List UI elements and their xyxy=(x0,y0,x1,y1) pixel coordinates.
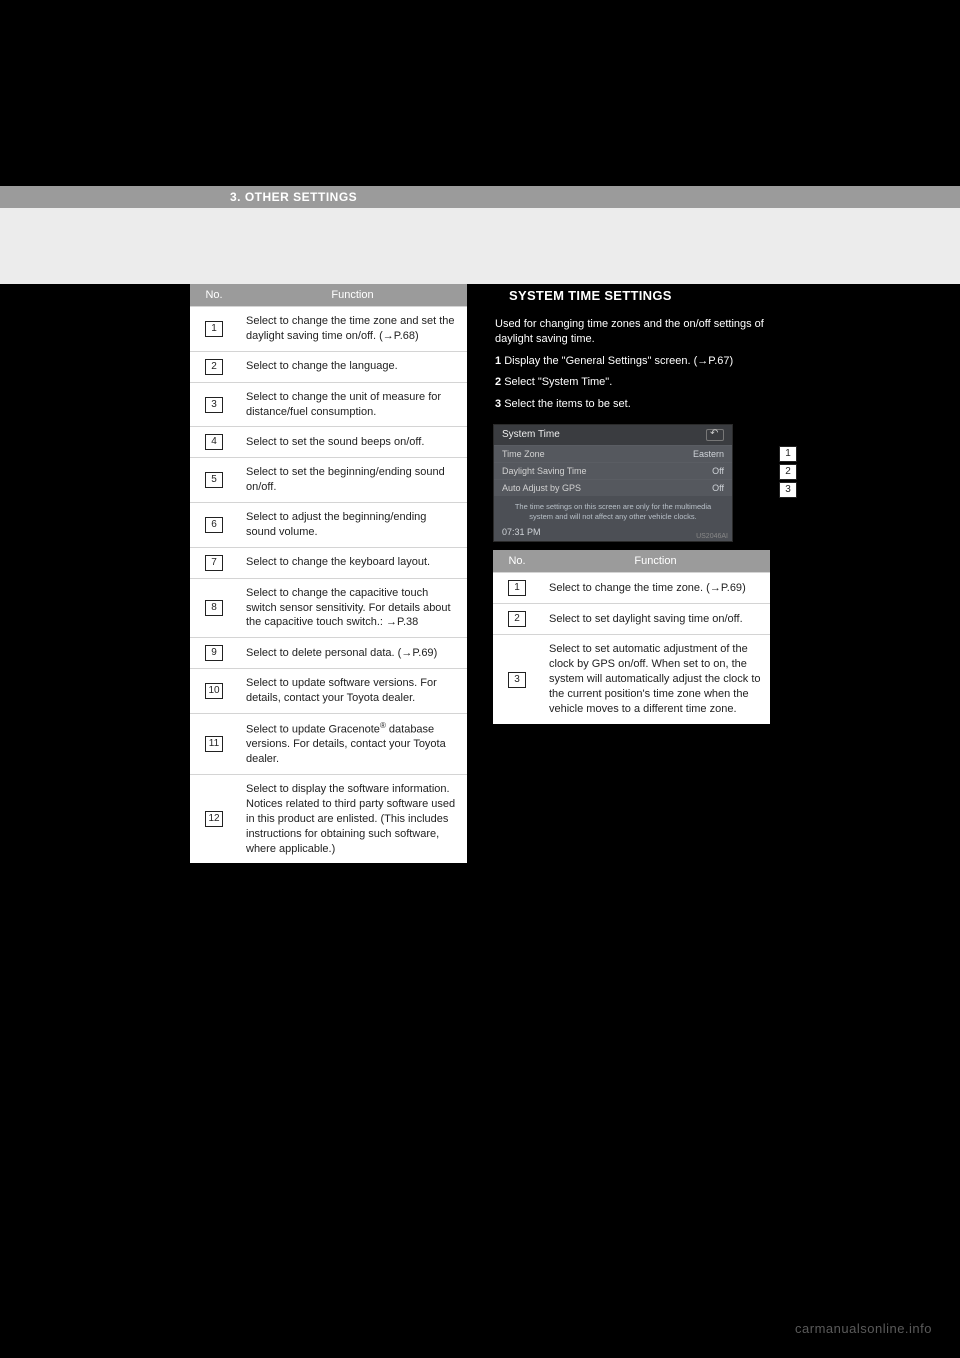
left-column: No. Function 1 Select to change the time… xyxy=(190,284,467,863)
instruction-step-2: 2 Select "System Time". xyxy=(495,375,768,390)
row-number: 8 xyxy=(205,600,223,616)
row-number: 3 xyxy=(205,397,223,413)
row-label: Auto Adjust by GPS xyxy=(502,483,581,493)
screenshot-row-autogps[interactable]: Auto Adjust by GPS Off xyxy=(494,479,732,496)
table-row: 5 Select to set the beginning/ending sou… xyxy=(190,458,467,503)
row-number: 12 xyxy=(205,811,223,827)
row-function: Select to change the capacitive touch sw… xyxy=(238,578,467,638)
device-screenshot: System Time Time Zone Eastern Daylight S… xyxy=(493,424,733,543)
row-function: Select to change the unit of measure for… xyxy=(238,382,467,427)
row-number: 10 xyxy=(205,683,223,699)
table-row: 2 Select to set daylight saving time on/… xyxy=(493,604,770,635)
row-function: Select to set the sound beeps on/off. xyxy=(238,427,467,458)
row-function: Select to delete personal data. (→P.69) xyxy=(238,638,467,669)
screenshot-title: System Time xyxy=(502,429,560,440)
row-number: 11 xyxy=(205,736,223,752)
table-row: 1 Select to change the time zone. (→P.69… xyxy=(493,573,770,604)
screenshot-row-timezone[interactable]: Time Zone Eastern xyxy=(494,445,732,462)
content-columns: No. Function 1 Select to change the time… xyxy=(190,284,770,863)
col-header-function: Function xyxy=(238,284,467,307)
row-function: Select to update software versions. For … xyxy=(238,669,467,714)
row-function: Select to set daylight saving time on/of… xyxy=(541,604,770,635)
instruction-step-1: 1 Display the "General Settings" screen.… xyxy=(495,354,768,369)
watermark: carmanualsonline.info xyxy=(795,1321,932,1336)
table-row: 9 Select to delete personal data. (→P.69… xyxy=(190,638,467,669)
row-function: Select to adjust the beginning/ending so… xyxy=(238,503,467,548)
screenshot-row-dst[interactable]: Daylight Saving Time Off xyxy=(494,462,732,479)
row-number: 3 xyxy=(508,672,526,688)
screenshot-id: US2046AI xyxy=(696,533,728,540)
table-row: 10 Select to update software versions. F… xyxy=(190,669,467,714)
table-row: 12 Select to display the software inform… xyxy=(190,775,467,864)
row-number: 1 xyxy=(508,580,526,596)
row-function: Select to display the software informati… xyxy=(238,775,467,864)
col-header-no: No. xyxy=(190,284,238,307)
right-column: SYSTEM TIME SETTINGS Used for changing t… xyxy=(493,284,770,863)
function-table-right: No. Function 1 Select to change the time… xyxy=(493,550,770,723)
section-header: 3. OTHER SETTINGS xyxy=(0,186,960,208)
row-number: 9 xyxy=(205,645,223,661)
instruction-step-3: 3 Select the items to be set. xyxy=(495,397,768,412)
system-time-heading: SYSTEM TIME SETTINGS xyxy=(493,284,770,307)
table-row: 3 Select to set automatic adjustment of … xyxy=(493,635,770,724)
row-function: Select to change the language. xyxy=(238,351,467,382)
col-header-no: No. xyxy=(493,550,541,573)
row-number: 6 xyxy=(205,517,223,533)
callout-number: 1 xyxy=(779,446,797,462)
table-row: 8 Select to change the capacitive touch … xyxy=(190,578,467,638)
col-header-function: Function xyxy=(541,550,770,573)
table-row: 7 Select to change the keyboard layout. xyxy=(190,547,467,578)
row-function: Select to set automatic adjustment of th… xyxy=(541,635,770,724)
callout-number: 2 xyxy=(779,464,797,480)
table-row: 6 Select to adjust the beginning/ending … xyxy=(190,503,467,548)
callout: 2 xyxy=(778,464,798,480)
row-number: 2 xyxy=(508,611,526,627)
row-value: Eastern xyxy=(693,449,724,459)
instructions: Used for changing time zones and the on/… xyxy=(493,307,770,424)
row-value: Off xyxy=(712,483,724,493)
row-value: Off xyxy=(712,466,724,476)
screenshot-area: System Time Time Zone Eastern Daylight S… xyxy=(493,424,770,543)
table-row: 4 Select to set the sound beeps on/off. xyxy=(190,427,467,458)
callout: 3 xyxy=(778,482,798,498)
row-label: Daylight Saving Time xyxy=(502,466,587,476)
instruction-line: Used for changing time zones and the on/… xyxy=(495,317,768,348)
row-number: 2 xyxy=(205,359,223,375)
row-function: Select to change the time zone. (→P.69) xyxy=(541,573,770,604)
row-function: Select to change the keyboard layout. xyxy=(238,547,467,578)
row-function: Select to set the beginning/ending sound… xyxy=(238,458,467,503)
back-icon[interactable] xyxy=(706,429,724,441)
callout-number: 3 xyxy=(779,482,797,498)
row-number: 4 xyxy=(205,434,223,450)
table-row: 11 Select to update Gracenote® database … xyxy=(190,713,467,774)
row-number: 5 xyxy=(205,472,223,488)
section-header-text: 3. OTHER SETTINGS xyxy=(230,190,357,204)
row-number: 1 xyxy=(205,321,223,337)
function-table-left: No. Function 1 Select to change the time… xyxy=(190,284,467,863)
table-row: 3 Select to change the unit of measure f… xyxy=(190,382,467,427)
callout: 1 xyxy=(778,446,798,462)
screenshot-title-bar: System Time xyxy=(494,425,732,445)
page: 3. OTHER SETTINGS No. Function 1 Select … xyxy=(0,0,960,1358)
screenshot-note: The time settings on this screen are onl… xyxy=(494,496,732,526)
registered-mark: ® xyxy=(380,721,386,730)
row-number: 7 xyxy=(205,555,223,571)
table-row: 1 Select to change the time zone and set… xyxy=(190,307,467,352)
row-function: Select to update Gracenote® database ver… xyxy=(238,713,467,774)
row-function: Select to change the time zone and set t… xyxy=(238,307,467,352)
row-label: Time Zone xyxy=(502,449,545,459)
table-row: 2 Select to change the language. xyxy=(190,351,467,382)
